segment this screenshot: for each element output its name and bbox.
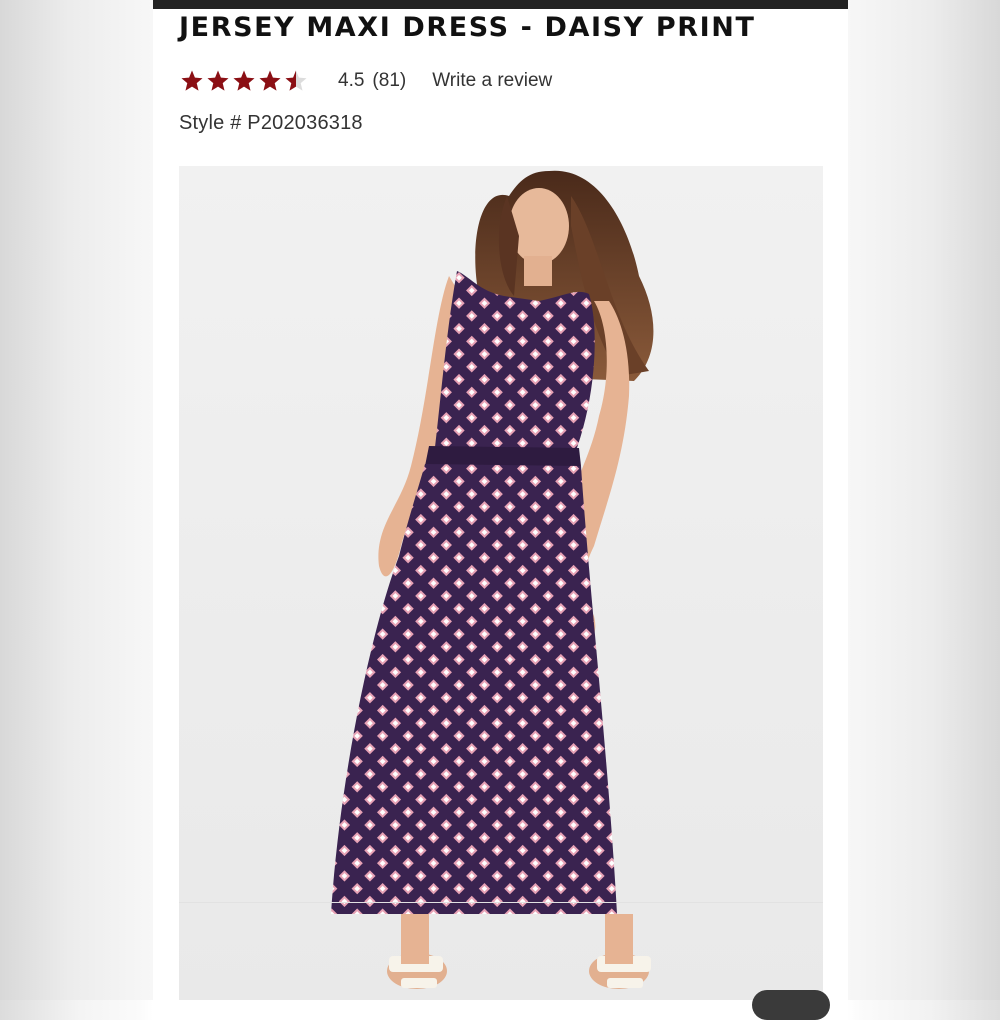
product-page: JERSEY MAXI DRESS - DAISY PRINT 4.5 (81)… <box>153 0 848 1000</box>
product-photo[interactable] <box>179 166 823 1000</box>
review-count[interactable]: (81) <box>372 70 406 92</box>
chat-bubble-icon[interactable] <box>752 990 830 1020</box>
header-bar <box>153 0 848 9</box>
rating-row: 4.5 (81) Write a review <box>180 64 552 98</box>
write-review-link[interactable]: Write a review <box>432 70 552 92</box>
star-icon <box>181 70 203 91</box>
style-number: Style # P202036318 <box>179 112 363 134</box>
left-backdrop <box>0 0 153 1000</box>
model-illustration <box>331 170 654 989</box>
rating-value: 4.5 <box>338 70 365 91</box>
star-icon <box>259 70 281 91</box>
floor-line <box>179 902 823 903</box>
right-backdrop <box>848 0 1000 1000</box>
star-icon <box>285 70 307 91</box>
star-rating[interactable] <box>180 69 310 93</box>
star-icon <box>207 70 229 91</box>
product-title: JERSEY MAXI DRESS - DAISY PRINT <box>179 12 756 43</box>
star-icon <box>233 70 255 91</box>
